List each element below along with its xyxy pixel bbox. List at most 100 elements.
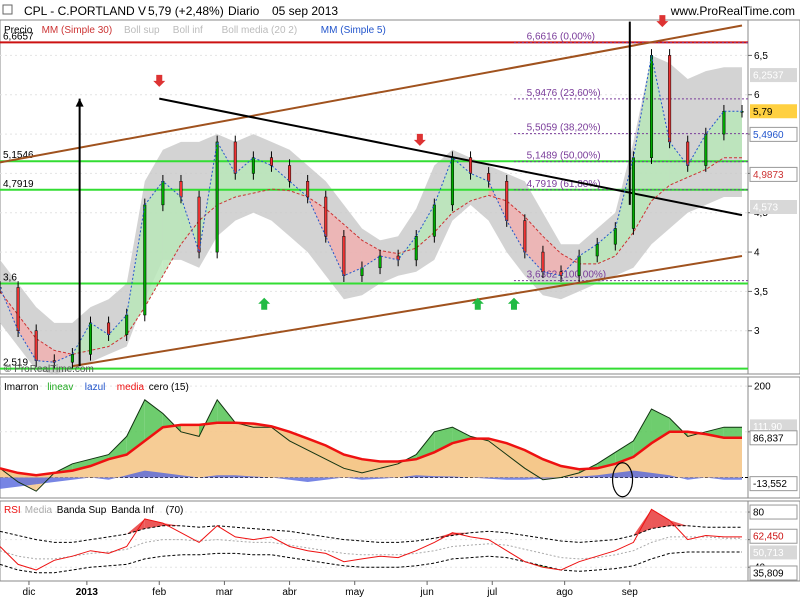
candle-body [432, 204, 436, 237]
candle-body [107, 322, 111, 335]
price-legend-item: Boll sup [124, 25, 160, 36]
imarron-value-label: 86,837 [753, 433, 784, 444]
candle-body [414, 236, 418, 261]
imarron-legend-item: lineav [47, 382, 73, 393]
level-label: 4,7919 [3, 179, 34, 190]
candle-body [161, 181, 165, 206]
rsi-value-label: 50,713 [753, 548, 784, 559]
rsi-value-label: 62,450 [753, 532, 784, 543]
fibonacci-label: 5,1489 (50,00%) [527, 151, 601, 162]
candle-body [324, 196, 328, 237]
candle-body [88, 322, 92, 355]
candle-body [179, 181, 183, 198]
x-axis-label: sep [622, 587, 639, 598]
price-legend-item: MM (Simple 5) [321, 25, 386, 36]
candle-body [668, 55, 672, 143]
candle-body [16, 287, 20, 331]
imarron-panel: 100200Imarronlineavlazulmediacero (15)11… [0, 376, 800, 499]
candle-body [197, 196, 201, 253]
period-label: Diario [228, 4, 260, 18]
fibonacci-label: 5,9476 (23,60%) [527, 88, 601, 99]
price-value-label: 5,79 [753, 107, 773, 118]
price-value-label: 4,573 [753, 202, 778, 213]
candle-body [487, 173, 491, 182]
candle-body [233, 141, 237, 174]
candle-body [631, 157, 635, 229]
x-axis-label: jun [419, 587, 433, 598]
candle-body [469, 157, 473, 174]
site-label: www.ProRealTime.com [670, 4, 795, 18]
rsi-legend-item: Media [25, 505, 53, 516]
x-axis-label: dic [23, 587, 36, 598]
candle-body [125, 314, 129, 335]
copyright-label: © ProRealTime.com [4, 364, 94, 375]
price-legend-item: Boll inf [173, 25, 203, 36]
imarron-legend-item: lazul [85, 382, 106, 393]
candle-body [595, 243, 599, 257]
rsi-legend-item: Banda Sup [57, 505, 107, 516]
x-axis-label: abr [282, 587, 297, 598]
candle-body [704, 133, 708, 166]
x-axis-label: may [345, 587, 364, 598]
rsi-value-label: 80 [753, 508, 765, 519]
candle-body [70, 354, 74, 363]
stock-chart: CPL - C.PORTLAND V 5,79 (+2,48%) Diario … [0, 0, 800, 600]
bullish-fill [723, 111, 742, 158]
level-label: 3,6 [3, 273, 17, 284]
candle-body [686, 141, 690, 166]
price-value-label: 6,2537 [753, 71, 784, 82]
candle-body [523, 220, 527, 253]
candle-body [722, 111, 726, 135]
x-axis-label: ago [556, 587, 573, 598]
x-axis-label: mar [216, 587, 234, 598]
imarron-legend-item: cero (15) [149, 382, 189, 393]
rsi-value-label: 35,809 [753, 568, 784, 579]
x-axis-label: feb [152, 587, 166, 598]
candle-body [450, 157, 454, 206]
price-value-label: 5,4960 [753, 130, 784, 141]
price-info: 5,79 (+2,48%) [148, 4, 224, 18]
candle-body [251, 157, 255, 174]
fibonacci-label: 5,5059 (38,20%) [527, 123, 601, 134]
price-panel: 33,544,555,566,56,66575,15464,79193,62,5… [0, 15, 800, 375]
rsi-legend-item: RSI [4, 505, 21, 516]
candle-body [269, 157, 273, 166]
candle-body [505, 181, 509, 221]
imarron-legend-item: Imarron [4, 382, 38, 393]
imarron-value-label: -13,552 [753, 479, 787, 490]
candle-body [577, 255, 581, 276]
price-axis-tick-label: 4 [754, 248, 760, 259]
rsi-legend-item: (70) [166, 505, 184, 516]
price-axis-tick-label: 6,5 [754, 51, 768, 62]
imarron-axis-tick-label: 200 [754, 382, 771, 393]
price-axis-tick-label: 6 [754, 90, 760, 101]
x-axis-label: jul [486, 587, 497, 598]
price-value-label: 4,9873 [753, 170, 784, 181]
price-axis-tick-label: 3 [754, 326, 760, 337]
fibonacci-label: 6,6616 (0,00%) [527, 32, 595, 43]
imarron-above-fill [723, 427, 742, 438]
candle-body [342, 236, 346, 276]
candle-body [378, 255, 382, 269]
fibonacci-label: 3,6362 (100,00%) [527, 270, 607, 281]
symbol-title: CPL - C.PORTLAND V [24, 4, 146, 18]
candle-body [306, 181, 310, 198]
x-axis-label: 2013 [76, 587, 99, 598]
candle-body [613, 228, 617, 245]
candle-body [360, 267, 364, 276]
chart-header: CPL - C.PORTLAND V 5,79 (+2,48%) Diario … [0, 0, 800, 20]
rsi-legend-item: Banda Inf [111, 505, 154, 516]
rsi-panel: 406080RSIMediaBanda SupBanda Inf(70)8062… [0, 500, 800, 582]
date-label: 05 sep 2013 [272, 4, 338, 18]
price-legend-item: Boll media (20 2) [222, 25, 298, 36]
price-legend-item: MM (Simple 30) [42, 25, 113, 36]
candle-body [34, 330, 38, 361]
candle-body [650, 55, 654, 158]
candle-body [288, 165, 292, 182]
candle-body [143, 204, 147, 316]
candle-body [541, 251, 545, 272]
candle-body [215, 141, 219, 253]
imarron-legend-item: media [117, 382, 145, 393]
price-legend-item: Precio [4, 25, 33, 36]
price-axis-tick-label: 3,5 [754, 287, 768, 298]
